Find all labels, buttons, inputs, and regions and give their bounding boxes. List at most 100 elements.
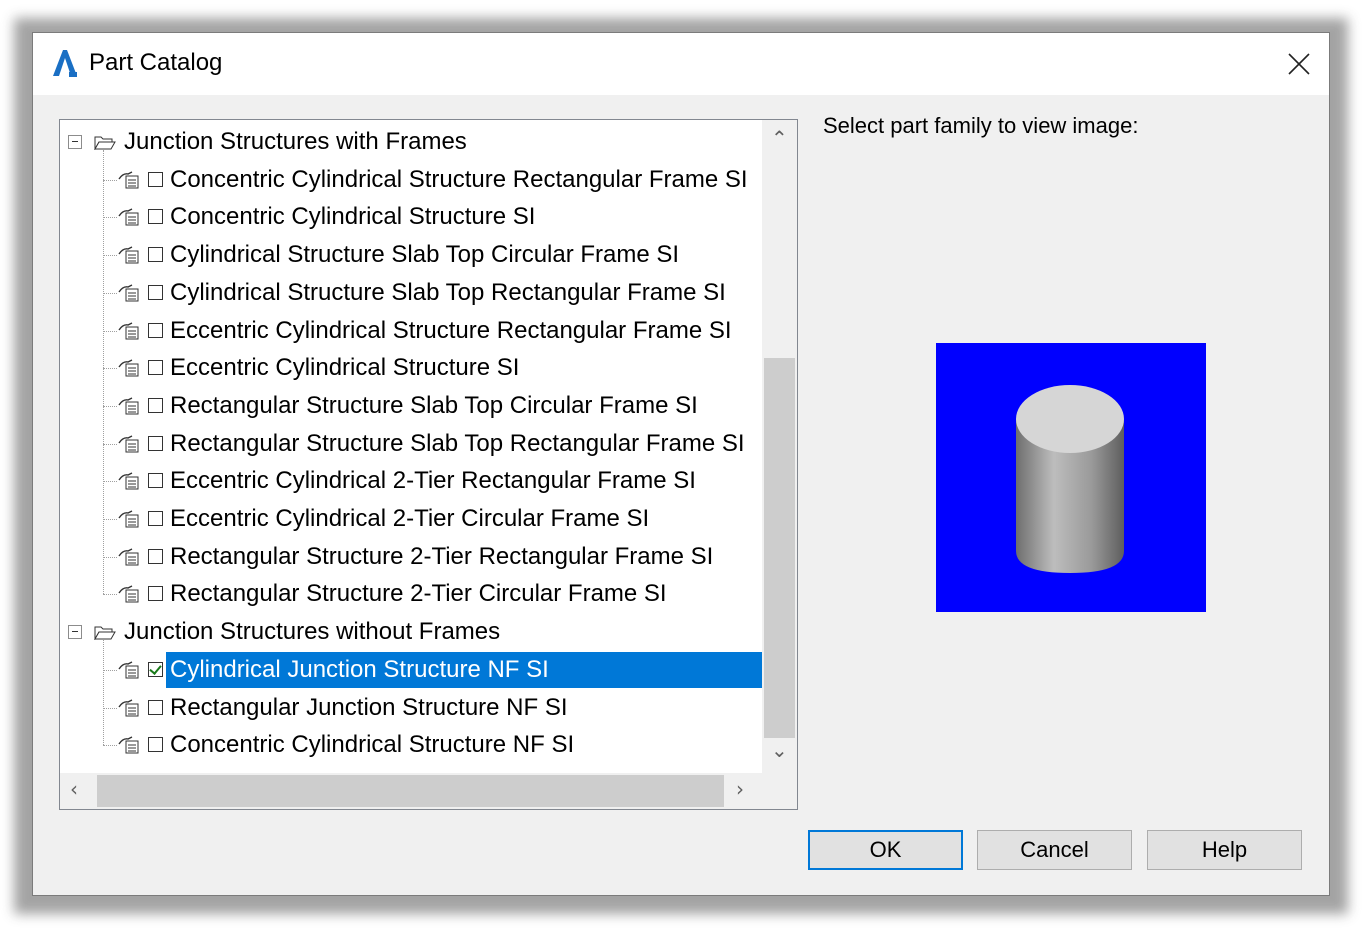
ok-button[interactable]: OK xyxy=(808,830,963,870)
tree-item[interactable]: Concentric Cylindrical Structure Rectang… xyxy=(60,162,762,198)
tree-connector xyxy=(103,481,117,483)
close-icon xyxy=(1288,53,1310,75)
tree-item-label: Rectangular Structure Slab Top Rectangul… xyxy=(170,429,745,457)
tree-group-label: Junction Structures with Frames xyxy=(124,128,467,155)
item-checkbox[interactable] xyxy=(148,284,163,300)
part-family-icon xyxy=(118,471,140,491)
tree-item[interactable]: Rectangular Structure 2-Tier Circular Fr… xyxy=(60,576,762,612)
tree-item[interactable]: Eccentric Cylindrical Structure SI xyxy=(60,350,762,386)
item-checkbox[interactable] xyxy=(148,661,163,677)
close-button[interactable] xyxy=(1269,33,1329,95)
tree-item[interactable]: Cylindrical Structure Slab Top Rectangul… xyxy=(60,275,762,311)
cancel-button[interactable]: Cancel xyxy=(977,830,1132,870)
part-family-icon xyxy=(118,358,140,378)
tree-item-label: Eccentric Cylindrical 2-Tier Circular Fr… xyxy=(170,505,650,532)
tree-connector xyxy=(103,217,117,219)
horizontal-scrollbar[interactable]: ‹ › xyxy=(60,773,762,809)
part-family-icon xyxy=(118,434,140,454)
item-checkbox[interactable] xyxy=(148,473,163,489)
cylinder-preview xyxy=(1016,385,1124,573)
tree-connector xyxy=(103,443,117,445)
horizontal-scroll-thumb[interactable] xyxy=(97,775,724,807)
item-checkbox[interactable] xyxy=(148,586,163,602)
collapse-icon[interactable] xyxy=(68,625,82,640)
preview-prompt: Select part family to view image: xyxy=(823,113,1139,138)
scrollbar-corner xyxy=(762,773,797,809)
tree-item-label: Cylindrical Junction Structure NF SI xyxy=(166,651,762,688)
item-checkbox[interactable] xyxy=(148,435,163,451)
tree-item-label: Concentric Cylindrical Structure SI xyxy=(170,203,536,231)
part-family-icon xyxy=(118,283,140,303)
tree-connector xyxy=(103,405,117,407)
tree-item[interactable]: Cylindrical Structure Slab Top Circular … xyxy=(60,237,762,273)
tree-item[interactable]: Rectangular Structure Slab Top Circular … xyxy=(60,388,762,424)
part-preview-image xyxy=(936,343,1206,612)
part-family-icon xyxy=(118,170,140,190)
part-family-icon xyxy=(118,735,140,755)
item-checkbox[interactable] xyxy=(148,209,163,225)
tree-item[interactable]: Cylindrical Junction Structure NF SI xyxy=(60,651,762,688)
tree-item-label: Rectangular Junction Structure NF SI xyxy=(170,693,568,721)
item-checkbox[interactable] xyxy=(148,699,163,715)
tree-connector xyxy=(103,179,117,181)
item-checkbox[interactable] xyxy=(148,737,163,753)
help-button[interactable]: Help xyxy=(1147,830,1302,870)
tree-connector xyxy=(103,556,117,558)
tree-item[interactable]: Rectangular Junction Structure NF SI xyxy=(60,690,762,726)
item-checkbox[interactable] xyxy=(148,360,163,376)
tree-connector xyxy=(103,255,117,257)
tree-item-label: Rectangular Structure Slab Top Circular … xyxy=(170,391,698,419)
scroll-up-icon[interactable]: ⌃ xyxy=(771,126,788,150)
tree-connector xyxy=(103,745,117,747)
tree-item[interactable]: Eccentric Cylindrical Structure Rectangu… xyxy=(60,313,762,349)
item-checkbox[interactable] xyxy=(148,397,163,413)
item-checkbox[interactable] xyxy=(148,171,163,187)
part-family-tree[interactable]: Junction Structures with Frames Concentri… xyxy=(59,119,798,810)
window-title: Part Catalog xyxy=(89,49,223,76)
folder-open-icon xyxy=(94,624,116,641)
tree-item[interactable]: Concentric Cylindrical Structure SI xyxy=(60,199,762,235)
part-catalog-dialog: Part Catalog Junction Structures with Fr… xyxy=(32,32,1330,896)
tree-connector xyxy=(103,594,117,596)
tree-item-label: Concentric Cylindrical Structure NF SI xyxy=(170,731,575,759)
tree-group[interactable]: Junction Structures with Frames xyxy=(60,124,762,160)
tree-connector xyxy=(103,330,117,332)
part-family-icon xyxy=(118,547,140,567)
tree-connector xyxy=(103,292,117,294)
item-checkbox[interactable] xyxy=(148,511,163,526)
part-family-icon xyxy=(118,245,140,265)
tree-group-label: Junction Structures without Frames xyxy=(124,618,501,646)
tree-connector xyxy=(103,519,117,520)
tree-item[interactable]: Eccentric Cylindrical 2-Tier Rectangular… xyxy=(60,463,762,499)
scroll-down-icon[interactable]: ⌄ xyxy=(771,738,788,762)
tree-connector xyxy=(103,669,117,671)
part-family-icon xyxy=(118,660,140,680)
tree-item[interactable]: Eccentric Cylindrical 2-Tier Circular Fr… xyxy=(60,501,762,537)
tree-connector xyxy=(103,707,117,709)
item-checkbox[interactable] xyxy=(148,322,163,338)
folder-open-icon xyxy=(94,134,116,151)
tree-item-label: Rectangular Structure 2-Tier Rectangular… xyxy=(170,542,714,570)
scroll-right-icon[interactable]: › xyxy=(736,777,744,801)
title-bar: Part Catalog xyxy=(33,33,1329,95)
vertical-scrollbar[interactable]: ⌃ ⌄ xyxy=(762,120,797,773)
part-family-icon xyxy=(118,509,140,529)
tree-connector xyxy=(103,368,117,370)
tree-item-label: Cylindrical Structure Slab Top Rectangul… xyxy=(170,278,726,306)
scroll-left-icon[interactable]: ‹ xyxy=(70,777,78,801)
tree-item[interactable]: Rectangular Structure 2-Tier Rectangular… xyxy=(60,539,762,575)
tree-item[interactable]: Rectangular Structure Slab Top Rectangul… xyxy=(60,426,762,462)
item-checkbox[interactable] xyxy=(148,247,163,263)
autocad-app-icon xyxy=(53,50,77,77)
tree-item-label: Concentric Cylindrical Structure Rectang… xyxy=(170,165,748,193)
collapse-icon[interactable] xyxy=(68,135,82,149)
tree-item-label: Eccentric Cylindrical Structure SI xyxy=(170,354,520,382)
tree-item-label: Cylindrical Structure Slab Top Circular … xyxy=(170,241,680,269)
vertical-scroll-thumb[interactable] xyxy=(764,358,795,738)
tree-item[interactable]: Concentric Cylindrical Structure NF SI xyxy=(60,727,762,763)
tree-item-label: Eccentric Cylindrical 2-Tier Rectangular… xyxy=(170,467,696,495)
item-checkbox[interactable] xyxy=(148,548,163,564)
tree-branch-line xyxy=(103,150,104,595)
part-family-icon xyxy=(118,396,140,416)
tree-group[interactable]: Junction Structures without Frames xyxy=(60,614,762,650)
